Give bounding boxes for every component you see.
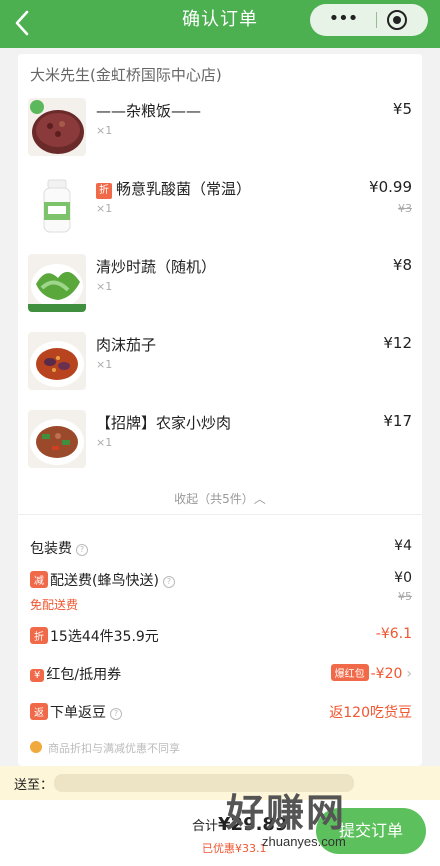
item-price: ¥17 xyxy=(383,412,412,430)
item-name: 肉沫茄子 xyxy=(96,336,157,354)
item-price: ¥0.99 xyxy=(369,178,412,196)
miniapp-capsule: ••• xyxy=(310,4,428,36)
saved-amount: 已优惠¥33.1 xyxy=(202,842,267,855)
watermark-url: zhuanyes.com xyxy=(262,834,346,849)
item-quantity: ×1 xyxy=(96,358,113,371)
info-icon xyxy=(30,741,42,753)
free-delivery-note: 免配送费 xyxy=(30,598,79,612)
nav-bar: 确认订单 ••• xyxy=(0,0,440,48)
address-bar[interactable]: 送至： xyxy=(0,766,440,800)
help-icon[interactable]: ? xyxy=(162,576,175,588)
item-price: ¥12 xyxy=(383,334,412,352)
item-image xyxy=(28,254,86,312)
packaging-fee-row: 包装费? ¥4 xyxy=(30,538,412,560)
more-button[interactable]: ••• xyxy=(320,4,366,36)
checkout-bar: 合计¥29.89 已优惠¥33.1 提交订单 xyxy=(0,800,440,866)
list-item: 清炒时蔬（随机） ×1 ¥8 xyxy=(18,254,422,332)
delivery-fee-value: ¥0 xyxy=(394,570,412,586)
help-icon[interactable]: ? xyxy=(110,708,122,720)
shop-name[interactable]: 大米先生(金虹桥国际中心店) xyxy=(30,64,222,85)
item-image xyxy=(28,410,86,468)
item-original-price: ¥3 xyxy=(398,202,412,215)
item-quantity: ×1 xyxy=(96,124,113,137)
item-quantity: ×1 xyxy=(96,436,113,449)
rebate-value: 返120吃货豆 xyxy=(329,705,412,721)
list-item: 肉沫茄子 ×1 ¥12 xyxy=(18,332,422,410)
hot-redpacket-tag: 爆红包 xyxy=(330,664,369,681)
discount-tag: 折 xyxy=(96,183,112,199)
list-item: 折畅意乳酸菌（常温） ×1 ¥0.99 ¥3 xyxy=(18,176,422,254)
discount-badge: 折 xyxy=(30,627,48,644)
rebate-label: 返下单返豆? xyxy=(30,702,122,722)
item-name: 折畅意乳酸菌（常温） xyxy=(96,178,251,199)
list-item: ——杂粮饭—— ×1 ¥5 xyxy=(18,98,422,176)
coupon-label: ¥ 红包/抵用券 xyxy=(30,664,121,684)
item-image xyxy=(28,176,86,234)
item-price: ¥5 xyxy=(392,100,412,118)
delivery-fee-label: 减配送费(蜂鸟快送)? xyxy=(30,570,175,590)
address-label: 送至： xyxy=(14,778,54,793)
coupon-row[interactable]: ¥ 红包/抵用券 爆红包 -¥20 › xyxy=(30,664,412,686)
rebate-badge: 返 xyxy=(30,703,48,720)
yuan-badge: ¥ xyxy=(30,669,45,682)
item-name: 清炒时蔬（随机） xyxy=(96,258,217,276)
discount-row: 折 15选44件35.9元 -¥6.1 xyxy=(30,626,412,648)
coupon-value[interactable]: 爆红包 -¥20 › xyxy=(330,664,412,682)
item-name: 【招牌】农家小炒肉 xyxy=(96,414,232,432)
item-quantity: ×1 xyxy=(96,280,113,293)
reduce-badge: 减 xyxy=(30,571,48,588)
discount-value: -¥6.1 xyxy=(375,626,412,642)
divider xyxy=(18,514,422,515)
collapse-toggle[interactable]: 收起（共5件）︿ xyxy=(18,490,422,507)
offer-notice: 商品折扣与满减优惠不同享 xyxy=(30,740,180,756)
delivery-fee-row: 减配送费(蜂鸟快送)? ¥0 xyxy=(30,570,412,592)
capsule-divider xyxy=(376,12,377,28)
item-price: ¥8 xyxy=(392,256,412,274)
item-name: ——杂粮饭—— xyxy=(96,102,202,120)
list-item: 【招牌】农家小炒肉 ×1 ¥17 xyxy=(18,410,422,488)
delivery-original-fee: ¥5 xyxy=(398,590,412,603)
rebate-row: 返下单返豆? 返120吃货豆 xyxy=(30,702,412,724)
order-card: 大米先生(金虹桥国际中心店) ——杂粮饭—— ×1 ¥5 折 畅意乳酸菌（常温）… xyxy=(18,54,422,766)
packaging-fee-label: 包装费? xyxy=(30,538,88,558)
packaging-fee-value: ¥4 xyxy=(394,538,412,554)
close-target-icon[interactable] xyxy=(387,10,407,30)
discount-label: 折 15选44件35.9元 xyxy=(30,626,159,646)
watermark: 好赚网 xyxy=(226,791,347,835)
chevron-right-icon: › xyxy=(406,666,412,682)
item-quantity: ×1 xyxy=(96,202,113,215)
help-icon[interactable]: ? xyxy=(76,544,88,556)
item-image xyxy=(28,98,86,156)
item-image xyxy=(28,332,86,390)
